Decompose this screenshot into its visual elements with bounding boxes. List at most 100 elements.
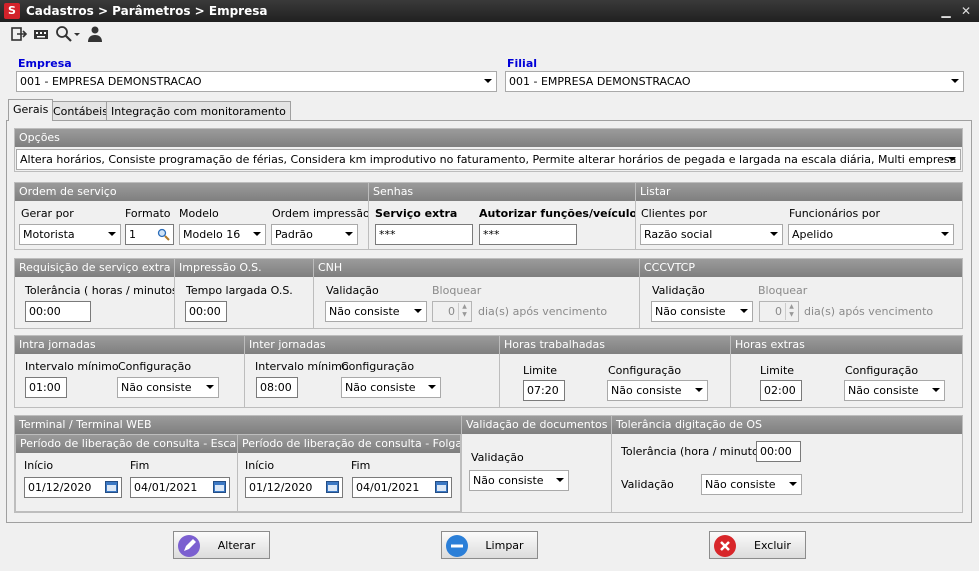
impressao-os-header: Impressão O.S. — [175, 259, 313, 277]
excluir-button[interactable]: Excluir — [709, 531, 806, 559]
chevron-down-icon — [345, 232, 353, 236]
close-icon[interactable]: ✕ — [958, 3, 974, 19]
folgas-fim-label: Fim — [351, 459, 371, 472]
calendar-icon[interactable] — [435, 481, 448, 493]
calendar-icon[interactable] — [326, 481, 339, 493]
cnh-bloquear-spinner[interactable]: 0 ▲ ▼ — [432, 301, 472, 322]
senhas-header: Senhas — [369, 183, 635, 201]
opcoes-select[interactable]: Altera horários, Consiste programação de… — [16, 149, 961, 170]
horas-trab-config-select[interactable]: Não consiste — [607, 380, 708, 401]
tab-gerais[interactable]: Gerais — [8, 99, 54, 121]
app-logo-icon: S — [4, 3, 20, 19]
tolerancia-os-input[interactable]: 00:00 — [756, 441, 801, 462]
horas-extras-config-select[interactable]: Não consiste — [844, 380, 945, 401]
folgas-fim-date[interactable]: 04/01/2021 — [352, 477, 452, 498]
tab-contabeis[interactable]: Contábeis — [48, 101, 113, 120]
horas-extras-header: Horas extras — [731, 336, 962, 354]
senhas-group: Senhas Serviço extra *** Autorizar funçõ… — [368, 182, 644, 250]
chevron-down-icon — [770, 232, 778, 236]
tab-integracao[interactable]: Integração com monitoramento — [106, 101, 291, 120]
funcionarios-por-select[interactable]: Apelido — [788, 224, 954, 245]
intra-config-select[interactable]: Não consiste — [117, 377, 219, 398]
tolerancia-os-label: Tolerância (hora / minutos) — [621, 445, 769, 458]
tolerancia-os-validacao-select[interactable]: Não consiste — [701, 474, 802, 495]
alterar-label: Alterar — [217, 539, 256, 552]
cccvtcp-bloquear-spinner[interactable]: 0 ▲ ▼ — [759, 301, 799, 322]
chevron-down-icon — [932, 388, 940, 392]
autorizar-label: Autorizar funções/veículos — [479, 207, 644, 220]
requisicao-group: Requisição de serviço extra Tolerância (… — [14, 258, 185, 329]
filial-select[interactable]: 001 - EMPRESA DEMONSTRACAO — [505, 71, 964, 92]
escala-inicio-label: Início — [24, 459, 54, 472]
intra-config-label: Configuração — [118, 360, 192, 373]
alterar-button[interactable]: Alterar — [173, 531, 270, 559]
tolerancia-input[interactable]: 00:00 — [25, 301, 91, 322]
horas-extras-limite-label: Limite — [760, 364, 795, 377]
intra-jornadas-group: Intra jornadas Intervalo mínimo 01:00 Co… — [14, 335, 245, 408]
modelo-select[interactable]: Modelo 16 — [179, 224, 266, 245]
inter-jornadas-group: Inter jornadas Intervalo mínimo 08:00 Co… — [244, 335, 500, 408]
chevron-down-icon — [948, 157, 956, 161]
horas-extras-limite-input[interactable]: 02:00 — [760, 380, 802, 401]
gerar-por-label: Gerar por — [21, 207, 74, 220]
cccvtcp-group: CCCVTCP Validação Não consiste Bloquear … — [639, 258, 963, 329]
escala-inicio-date[interactable]: 01/12/2020 — [24, 477, 122, 498]
cccvtcp-validacao-label: Validação — [652, 284, 705, 297]
excluir-label: Excluir — [754, 539, 791, 552]
pencil-icon — [178, 535, 200, 557]
cnh-bloquear-label: Bloquear — [432, 284, 482, 297]
keyboard-icon[interactable] — [33, 25, 51, 43]
horas-trabalhadas-header: Horas trabalhadas — [500, 336, 730, 354]
inter-intervalo-label: Intervalo mínimo — [255, 360, 349, 373]
intra-jornadas-header: Intra jornadas — [15, 336, 244, 354]
calendar-icon[interactable] — [105, 481, 118, 493]
search-icon[interactable] — [157, 228, 170, 241]
gerais-panel: Opções Altera horários, Consiste program… — [6, 120, 972, 523]
horas-trab-limite-input[interactable]: 07:20 — [523, 380, 565, 401]
intra-intervalo-label: Intervalo mínimo — [25, 360, 119, 373]
cnh-suffix: dia(s) após vencimento — [478, 305, 608, 318]
terminal-group: Terminal / Terminal WEB Período de liber… — [14, 415, 462, 513]
minimize-icon[interactable]: ▁ — [938, 3, 954, 19]
cccvtcp-bloquear-label: Bloquear — [758, 284, 808, 297]
folgas-group: Período de liberação de consulta - Folga… — [237, 434, 461, 512]
chevron-down-icon — [206, 385, 214, 389]
escala-fim-date[interactable]: 04/01/2021 — [130, 477, 230, 498]
user-icon[interactable] — [86, 25, 104, 43]
validacao-docs-group: Validação de documentos do Validação Não… — [461, 415, 612, 513]
limpar-button[interactable]: Limpar — [441, 531, 538, 559]
cnh-validacao-select[interactable]: Não consiste — [325, 301, 427, 322]
cccvtcp-validacao-select[interactable]: Não consiste — [651, 301, 753, 322]
tempo-largada-label: Tempo largada O.S. — [186, 284, 293, 297]
ordem-impressao-select[interactable]: Padrão — [271, 224, 358, 245]
cnh-validacao-label: Validação — [326, 284, 379, 297]
folgas-inicio-date[interactable]: 01/12/2020 — [245, 477, 343, 498]
formato-input[interactable]: 1 — [125, 224, 174, 245]
exit-icon[interactable] — [10, 25, 28, 43]
listar-header: Listar — [636, 183, 962, 201]
chevron-down-icon — [789, 482, 797, 486]
limpar-label: Limpar — [485, 539, 524, 552]
servico-extra-password[interactable]: *** — [375, 224, 473, 245]
chevron-down-icon — [695, 388, 703, 392]
autorizar-password[interactable]: *** — [479, 224, 577, 245]
tempo-largada-input[interactable]: 00:00 — [185, 301, 227, 322]
clientes-por-select[interactable]: Razão social — [640, 224, 783, 245]
inter-config-select[interactable]: Não consiste — [341, 377, 441, 398]
spinner-arrows-icon[interactable]: ▲ ▼ — [458, 303, 470, 320]
escala-group: Período de liberação de consulta - Escal… — [15, 434, 238, 512]
cccvtcp-suffix: dia(s) após vencimento — [804, 305, 934, 318]
search-icon[interactable] — [55, 25, 81, 43]
empresa-select[interactable]: 001 - EMPRESA DEMONSTRACAO — [16, 71, 497, 92]
intra-intervalo-input[interactable]: 01:00 — [25, 377, 67, 398]
chevron-down-icon — [414, 309, 422, 313]
minus-icon — [446, 535, 468, 557]
empresa-label: Empresa — [18, 57, 72, 70]
gerar-por-select[interactable]: Motorista — [19, 224, 121, 245]
inter-intervalo-input[interactable]: 08:00 — [256, 377, 298, 398]
validacao-docs-select[interactable]: Não consiste — [469, 470, 569, 491]
chevron-down-icon — [740, 309, 748, 313]
ordem-servico-header: Ordem de serviço — [15, 183, 368, 201]
spinner-arrows-icon[interactable]: ▲ ▼ — [785, 303, 797, 320]
calendar-icon[interactable] — [213, 481, 226, 493]
